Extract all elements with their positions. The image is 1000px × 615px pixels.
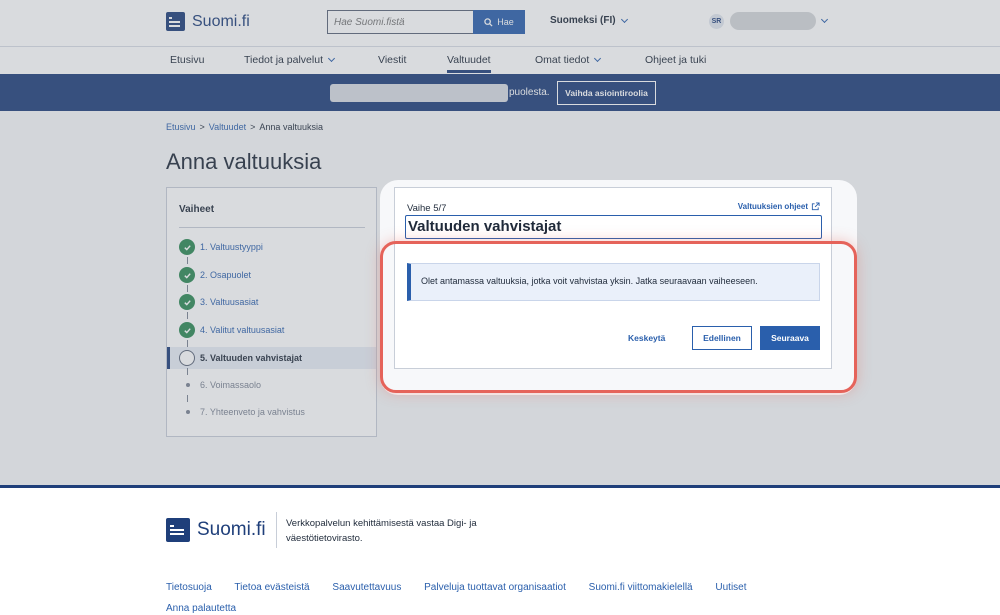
nav-label: Tiedot ja palvelut: [244, 54, 323, 66]
step-item[interactable]: 3. Valtuusasiat: [167, 291, 376, 313]
nav-item-etusivu[interactable]: Etusivu: [170, 54, 204, 66]
nav-label: Ohjeet ja tuki: [645, 54, 707, 66]
checkmark-icon: [179, 294, 195, 310]
page-title: Anna valtuuksia: [166, 149, 322, 174]
breadcrumb-link-valtuudet[interactable]: Valtuudet: [209, 122, 246, 132]
search-button[interactable]: Hae: [473, 10, 525, 34]
step-actions: Keskeytä Edellinen Seuraava: [395, 326, 831, 350]
current-step-circle-icon: [179, 350, 195, 366]
chevron-down-icon: [620, 15, 628, 23]
nav-label: Omat tiedot: [535, 54, 590, 66]
step-label: 7. Yhteenveto ja vahvistus: [200, 407, 305, 417]
breadcrumb: Etusivu > Valtuudet > Anna valtuuksia: [166, 122, 323, 132]
nav-item-viestit[interactable]: Viestit: [378, 54, 406, 66]
footer-link[interactable]: Saavutettavuus: [332, 582, 401, 593]
checkmark-icon: [179, 239, 195, 255]
next-button[interactable]: Seuraava: [760, 326, 820, 350]
language-label: Suomeksi (FI): [550, 15, 616, 26]
search-bar: Hae: [327, 10, 525, 34]
site-footer: Suomi.fi Verkkopalvelun kehittämisestä v…: [0, 485, 1000, 615]
steps-heading: Vaiheet: [179, 204, 215, 215]
organisation-name-redacted: [330, 84, 508, 102]
user-menu[interactable]: SR: [709, 12, 829, 30]
search-icon: [484, 17, 493, 27]
role-suffix: puolesta.: [509, 87, 550, 98]
footer-description: Verkkopalvelun kehittämisestä vastaa Dig…: [286, 518, 477, 544]
previous-button[interactable]: Edellinen: [692, 326, 752, 350]
chevron-down-icon: [327, 54, 336, 63]
logo-text: Suomi.fi: [192, 12, 250, 30]
footer-link[interactable]: Tietosuoja: [166, 582, 212, 593]
nav-label: Viestit: [378, 54, 407, 66]
nav-label: Valtuudet: [447, 54, 491, 66]
breadcrumb-separator: >: [250, 122, 256, 132]
steps-panel: Vaiheet 1. Valtuustyyppi 2. Osapuolet 3.…: [166, 187, 377, 437]
bullet-icon: [186, 410, 190, 414]
user-name-redacted: [730, 12, 816, 30]
nav-item-tiedot-ja-palvelut[interactable]: Tiedot ja palvelut: [244, 54, 336, 66]
top-header: Suomi.fi Hae Suomeksi (FI) SR: [0, 0, 1000, 46]
bullet-icon: [186, 383, 190, 387]
step-content-card: Vaihe 5/7 Valtuuksien ohjeet Valtuuden v…: [394, 187, 832, 369]
breadcrumb-current: Anna valtuuksia: [259, 122, 323, 132]
step-label: 5. Valtuuden vahvistajat: [200, 353, 303, 363]
suomi-fi-logo-icon: [166, 518, 190, 542]
footer-link[interactable]: Tietoa evästeistä: [234, 582, 309, 593]
checkmark-icon: [179, 322, 195, 338]
help-link[interactable]: Valtuuksien ohjeet: [738, 202, 820, 211]
external-link-icon: [811, 202, 820, 211]
suomi-fi-logo-icon: [166, 12, 185, 31]
footer-link[interactable]: Anna palautetta: [166, 603, 236, 614]
steps-divider: [179, 227, 365, 228]
chevron-down-icon: [594, 54, 602, 63]
cancel-button[interactable]: Keskeytä: [628, 333, 665, 343]
step-connector: [187, 340, 188, 347]
footer-divider: [276, 512, 277, 548]
language-selector[interactable]: Suomeksi (FI): [550, 15, 628, 26]
nav-item-ohjeet-ja-tuki[interactable]: Ohjeet ja tuki: [645, 54, 706, 66]
site-logo[interactable]: Suomi.fi: [166, 12, 250, 31]
phase-indicator: Vaihe 5/7: [407, 203, 447, 214]
step-item: 6. Voimassaolo: [167, 374, 376, 396]
info-notice: Olet antamassa valtuuksia, jotka voit va…: [407, 263, 820, 301]
switch-role-button[interactable]: Vaihda asiointiroolia: [557, 81, 656, 105]
chevron-down-icon: [820, 15, 829, 24]
avatar: SR: [709, 13, 724, 29]
step-label: 1. Valtuustyyppi: [200, 242, 263, 252]
step-item[interactable]: 1. Valtuustyyppi: [167, 236, 376, 258]
footer-logo-text: Suomi.fi: [197, 519, 266, 540]
step-label: 3. Valtuusasiat: [200, 297, 259, 307]
step-connector: [187, 257, 188, 264]
step-label: 6. Voimassaolo: [200, 380, 262, 390]
breadcrumb-link-etusivu[interactable]: Etusivu: [166, 122, 196, 132]
search-input[interactable]: [327, 10, 473, 34]
nav-item-valtuudet[interactable]: Valtuudet: [447, 54, 491, 73]
step-item[interactable]: 4. Valitut valtuusasiat: [167, 319, 376, 341]
footer-link[interactable]: Palveluja tuottavat organisaatiot: [424, 582, 566, 593]
step-item: 7. Yhteenveto ja vahvistus: [167, 401, 376, 423]
step-heading: Valtuuden vahvistajat: [405, 215, 822, 239]
footer-links: Tietosuoja Tietoa evästeistä Saavutettav…: [166, 577, 806, 615]
main-navigation: Etusivu Tiedot ja palvelut Viestit Valtu…: [0, 46, 1000, 74]
checkmark-icon: [179, 267, 195, 283]
step-connector: [187, 312, 188, 319]
footer-link[interactable]: Uutiset: [715, 582, 746, 593]
search-button-label: Hae: [497, 17, 514, 27]
footer-link[interactable]: Suomi.fi viittomakielellä: [589, 582, 693, 593]
step-item[interactable]: 2. Osapuolet: [167, 264, 376, 286]
step-item-current: 5. Valtuuden vahvistajat: [167, 347, 376, 369]
role-bar: puolesta. Vaihda asiointiroolia: [0, 74, 1000, 111]
step-label: 4. Valitut valtuusasiat: [200, 325, 285, 335]
step-label: 2. Osapuolet: [200, 270, 252, 280]
help-link-label: Valtuuksien ohjeet: [737, 202, 808, 211]
footer-logo[interactable]: Suomi.fi: [166, 518, 266, 542]
breadcrumb-separator: >: [199, 122, 205, 132]
nav-item-omat-tiedot[interactable]: Omat tiedot: [535, 54, 602, 66]
nav-label: Etusivu: [170, 54, 205, 66]
